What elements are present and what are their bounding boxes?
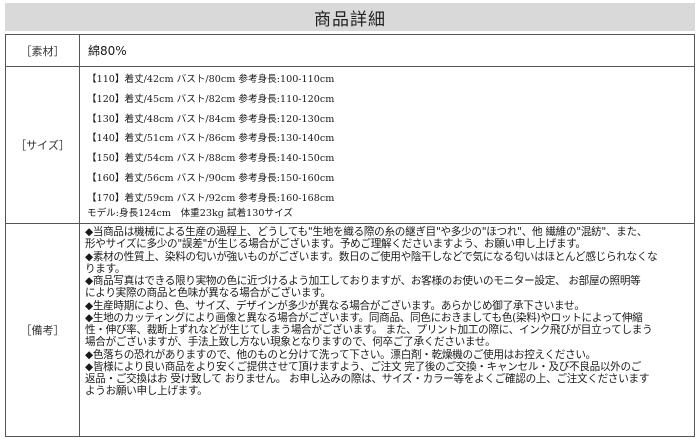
note-line: ◆当商品は機械による生産の過程上、どうしても"生地を織る際の糸の継ぎ目"や多少の… <box>85 226 648 238</box>
notes-label: ［備考］ <box>5 223 80 437</box>
note-line: 性・伸び率、裁断上ずれなどが生じてしまう場合がございます。 また、プリント加工の… <box>85 324 653 336</box>
size-entry-130: 【130】着丈/48cm バスト/84cm 参考身長:120-130cm <box>87 113 335 125</box>
page-title: 商品詳細 <box>5 3 695 31</box>
material-value: 綿80% <box>79 34 695 67</box>
note-line: 場合がございますが、手法上致し方ない現象となりますので、何卒ご了承くださいませ。 <box>85 336 496 349</box>
notes-row: ［備考］ ◆当商品は機械による生産の過程上、どうしても"生地を織る際の糸の継ぎ目… <box>5 223 695 437</box>
model-note: モデル:身長124cm 体重23kg 試着130サイズ <box>87 207 293 219</box>
notes-text: ◆当商品は機械による生産の過程上、どうしても"生地を織る際の糸の継ぎ目"や多少の… <box>79 223 695 437</box>
size-entry-140: 【140】着丈/51cm バスト/86cm 参考身長:130-140cm <box>87 133 335 145</box>
material-label: ［素材］ <box>5 34 80 67</box>
size-entry-120: 【120】着丈/45cm バスト/82cm 参考身長:110-120cm <box>87 93 335 105</box>
material-row: ［素材］ 綿80% <box>5 34 695 67</box>
note-line: 返品・ご交換はお 受け致して おりません。 お申し込みの際は、サイズ・カラー等を… <box>85 373 650 385</box>
product-details-page: 商品詳細 ［素材］ 綿80% ［サイズ］ 【110】着丈/42cm バスト/80… <box>0 0 700 439</box>
size-row: ［サイズ］ 【110】着丈/42cm バスト/80cm 参考身長:100-110… <box>5 66 695 224</box>
note-line: ◆色落ちの恐れがありますので、他のものと分けて洗って下さい。漂白剤・乾燥機のご使… <box>85 348 596 361</box>
note-line: ◆素材の性質上、染料の匂いが強いものがございます。数日のご使用や陰干しなどで気に… <box>85 250 658 263</box>
product-spec-table: ［素材］ 綿80% ［サイズ］ 【110】着丈/42cm バスト/80cm 参考… <box>5 34 695 437</box>
size-label: ［サイズ］ <box>5 66 80 224</box>
size-entry-150: 【150】着丈/54cm バスト/88cm 参考身長:140-150cm <box>87 153 335 165</box>
note-line: ◆商品写真はできる限り実物の色に近づけるよう加工しておりますが、お客様のお使いの… <box>85 275 641 287</box>
note-line: ります。 <box>85 262 126 275</box>
note-line: により実際の商品と色味が異なる場合がございます。 <box>85 287 331 300</box>
note-line: ◆生産時期により、色、サイズ、デザインが多少が異なる場合がございます。あらかじめ… <box>85 299 585 312</box>
size-entry-160: 【160】着丈/56cm バスト/90cm 参考身長:150-160cm <box>87 172 335 184</box>
note-line: ◆生地のカッティングにより画像と異なる場合がございます。同商品、同色におきまして… <box>85 311 643 324</box>
note-line: 形やサイズに多少の"誤差"が生じる場合がございます。予めご理解くださいますよう、… <box>85 238 586 251</box>
note-line: ◆皆様により良い商品をより安くご提供させて頂けますよう、ご注文 完了後のご交換・… <box>85 360 642 373</box>
size-list: 【110】着丈/42cm バスト/80cm 参考身長:100-110cm 【12… <box>79 66 695 224</box>
note-line: ようお願い申し上げます。 <box>85 385 208 398</box>
size-entry-110: 【110】着丈/42cm バスト/80cm 参考身長:100-110cm <box>87 74 335 85</box>
